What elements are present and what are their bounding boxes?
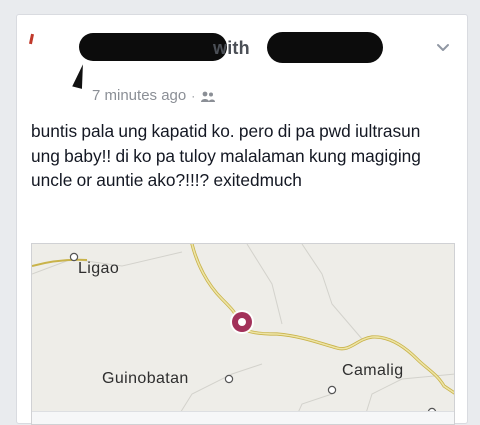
meta-separator: ·	[191, 88, 196, 103]
post-body-text: buntis pala ung kapatid ko. pero di pa p…	[31, 121, 421, 191]
avatar-fragment	[72, 63, 88, 89]
post-meta: 7 minutes ago ·	[92, 87, 216, 104]
place-label-camalig: Camalig	[342, 362, 404, 379]
redacted-author-name	[79, 33, 227, 61]
place-label-ligao: Ligao	[78, 260, 120, 277]
location-map[interactable]: Ligao Guinobatan Camalig	[31, 243, 455, 425]
redacted-tagged-name	[267, 32, 383, 63]
avatar-edge	[28, 33, 35, 45]
place-label-guinobatan: Guinobatan	[102, 370, 189, 387]
with-label: with	[213, 38, 250, 58]
post-card: with 7 minutes ago · buntis pala ung kap…	[16, 14, 468, 425]
chevron-down-icon[interactable]	[435, 39, 451, 55]
friends-icon[interactable]	[200, 90, 216, 102]
timestamp[interactable]: 7 minutes ago	[92, 87, 186, 104]
location-pin-icon[interactable]	[228, 308, 256, 336]
map-footer	[32, 411, 454, 424]
